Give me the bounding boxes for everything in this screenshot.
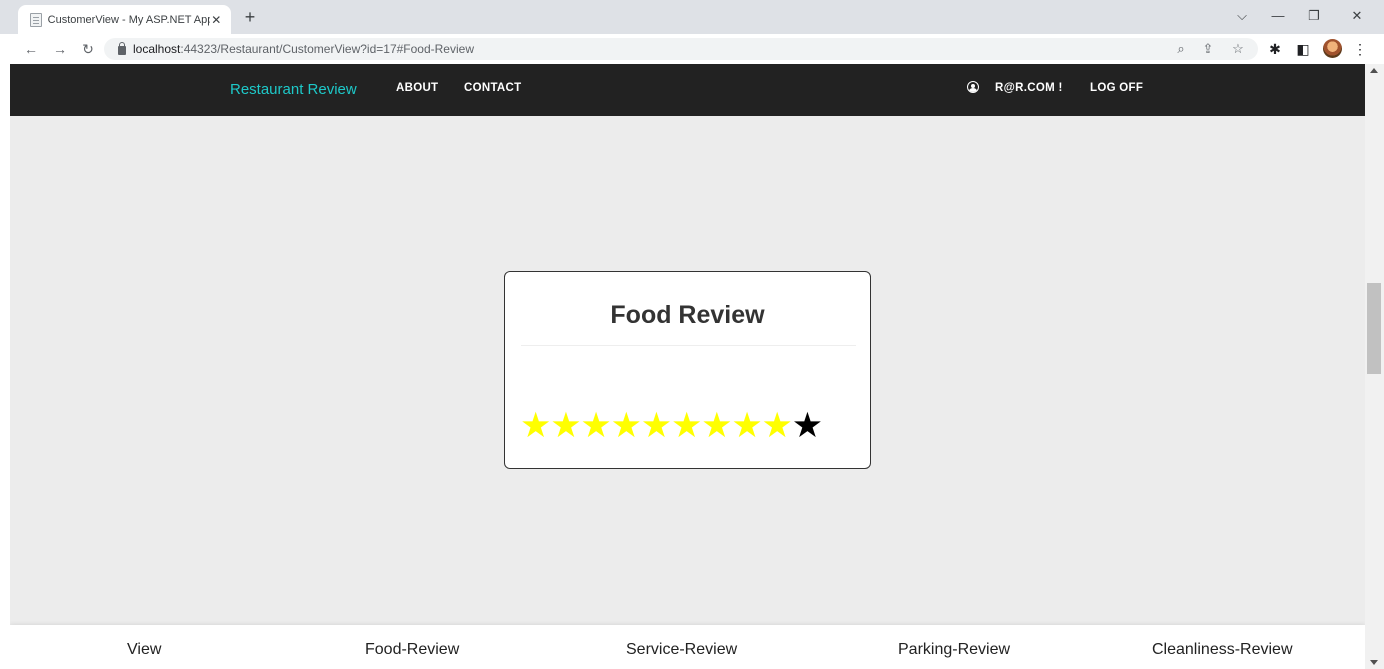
sidebar-icon[interactable]: ◧ [1294,41,1312,57]
user-account-link[interactable]: R@R.COM ! [995,82,1063,94]
lock-icon[interactable] [118,42,126,55]
menu-icon[interactable]: ⋮ [1351,41,1369,57]
new-tab-button[interactable]: + [240,8,260,26]
browser-toolbar: ← → ↻ localhost:44323/Restaurant/Custome… [0,34,1384,64]
star-filled-icon[interactable]: ★ [762,407,793,445]
user-icon [967,81,979,93]
nav-contact-link[interactable]: CONTACT [464,82,521,94]
scroll-down-icon[interactable] [1370,660,1378,665]
forward-icon[interactable]: → [51,41,69,57]
back-icon[interactable]: ← [22,41,40,57]
scroll-up-icon[interactable] [1370,68,1378,73]
footer-link-parking-review[interactable]: Parking-Review [898,641,1010,659]
tab-close-icon[interactable]: ✕ [210,13,223,27]
review-section-nav: View Food-Review Service-Review Parking-… [10,625,1365,669]
footer-link-view[interactable]: View [127,641,161,659]
footer-link-cleanliness-review[interactable]: Cleanliness-Review [1152,641,1293,659]
card-divider [521,345,856,346]
star-filled-icon[interactable]: ★ [611,407,642,445]
star-filled-icon[interactable]: ★ [580,407,611,445]
window-close-icon[interactable]: ✕ [1347,8,1367,24]
profile-avatar[interactable] [1323,39,1342,58]
star-rating: ★ ★ ★ ★ ★ ★ ★ ★ ★ ★ [520,407,823,445]
star-filled-icon[interactable]: ★ [550,407,581,445]
star-filled-icon[interactable]: ★ [520,407,551,445]
tab-strip: CustomerView - My ASP.NET App ✕ + ⌵ — ❐ … [0,0,1384,34]
url-path: :44323/Restaurant/CustomerView?id=17#Foo… [180,42,474,56]
page-favicon-icon [30,12,42,27]
page-viewport: Restaurant Review ABOUT CONTACT R@R.COM … [10,64,1365,669]
reload-icon[interactable]: ↻ [79,41,97,57]
share-icon[interactable]: ⇪ [1200,41,1216,57]
tab-title: CustomerView - My ASP.NET App [47,13,210,26]
logoff-link[interactable]: LOG OFF [1090,82,1143,94]
star-filled-icon[interactable]: ★ [671,407,702,445]
address-bar[interactable]: localhost:44323/Restaurant/CustomerView?… [104,38,1258,60]
extensions-icon[interactable]: ✱ [1266,41,1284,57]
star-filled-icon[interactable]: ★ [731,407,762,445]
brand-link[interactable]: Restaurant Review [230,81,357,98]
star-filled-icon[interactable]: ★ [701,407,732,445]
card-title: Food Review [610,301,765,329]
url-host: localhost [133,42,181,56]
bookmark-star-icon[interactable]: ☆ [1230,41,1246,57]
star-filled-icon[interactable]: ★ [641,407,672,445]
minimize-icon[interactable]: — [1268,8,1288,23]
footer-link-service-review[interactable]: Service-Review [626,641,737,659]
restore-icon[interactable]: ❐ [1304,8,1324,24]
site-navbar: Restaurant Review ABOUT CONTACT R@R.COM … [10,64,1365,116]
footer-link-food-review[interactable]: Food-Review [365,641,459,659]
browser-tab[interactable]: CustomerView - My ASP.NET App ✕ [18,5,231,34]
nav-about-link[interactable]: ABOUT [396,82,438,94]
scroll-thumb[interactable] [1367,283,1381,374]
tab-search-icon[interactable]: ⌵ [1232,8,1252,24]
food-review-card: Food Review ★ ★ ★ ★ ★ ★ ★ ★ ★ ★ [504,271,871,469]
zoom-icon[interactable]: ⌕ [1173,41,1189,57]
star-empty-icon[interactable]: ★ [792,407,823,445]
page-scrollbar[interactable] [1365,64,1384,669]
